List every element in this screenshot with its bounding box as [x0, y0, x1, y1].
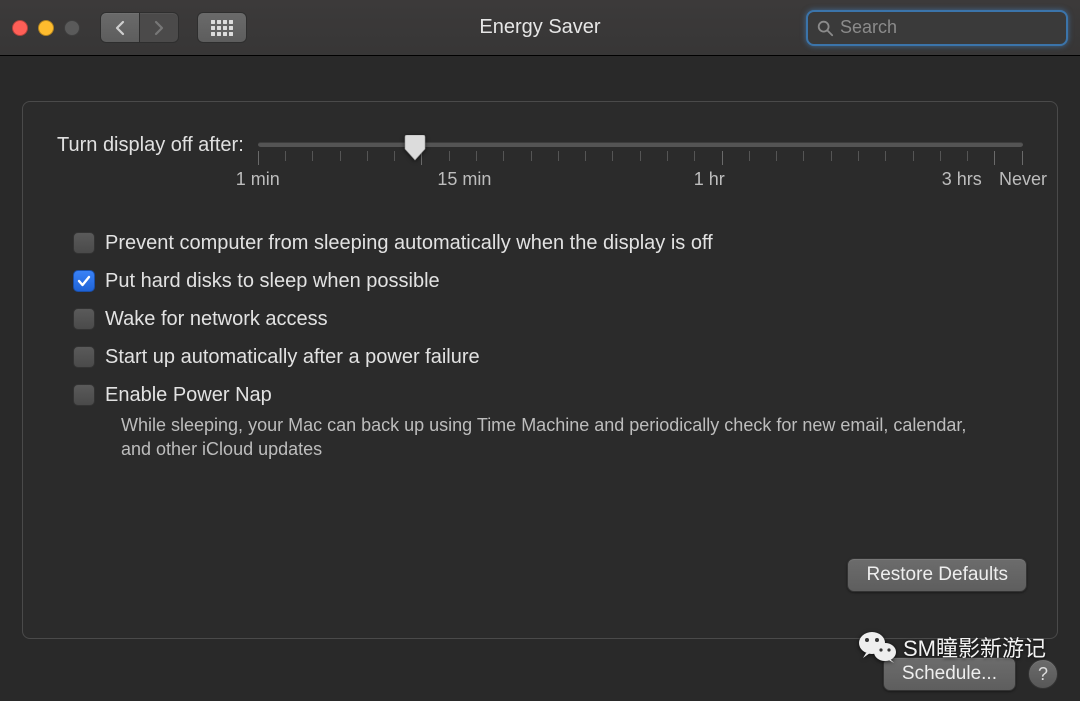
option-power-nap[interactable]: Enable Power Nap	[73, 383, 1023, 407]
tick-label-15min: 15 min	[437, 169, 491, 190]
energy-saver-panel: Turn display off after:	[22, 101, 1058, 639]
search-field[interactable]	[806, 10, 1068, 46]
footer-buttons: Schedule... ?	[22, 657, 1058, 691]
checkbox-hard-disks-sleep[interactable]	[73, 270, 95, 292]
close-window-button[interactable]	[12, 20, 28, 36]
power-nap-description: While sleeping, your Mac can back up usi…	[121, 413, 1001, 461]
slider-tick-labels: 1 min 15 min 1 hr 3 hrs Never	[258, 169, 1023, 191]
minimize-window-button[interactable]	[38, 20, 54, 36]
chevron-right-icon	[153, 20, 165, 36]
options-list: Prevent computer from sleeping automatic…	[73, 231, 1023, 461]
grid-icon	[211, 20, 233, 36]
tick-label-never: Never	[999, 169, 1047, 190]
display-off-slider[interactable]: 1 min 15 min 1 hr 3 hrs Never	[258, 138, 1023, 191]
option-label: Put hard disks to sleep when possible	[105, 269, 440, 293]
slider-track	[258, 142, 1023, 147]
checkbox-startup-power-failure[interactable]	[73, 346, 95, 368]
search-icon	[816, 19, 834, 37]
checkbox-power-nap[interactable]	[73, 384, 95, 406]
tick-label-1min: 1 min	[236, 169, 280, 190]
tick-label-1hr: 1 hr	[694, 169, 725, 190]
help-button[interactable]: ?	[1028, 659, 1058, 689]
checkbox-wake-network[interactable]	[73, 308, 95, 330]
window-title: Energy Saver	[479, 16, 600, 39]
show-all-button[interactable]	[197, 12, 247, 43]
nav-buttons	[100, 12, 179, 43]
tick-label-3hr: 3 hrs	[942, 169, 982, 190]
option-startup-power-failure[interactable]: Start up automatically after a power fai…	[73, 345, 1023, 369]
checkmark-icon	[77, 274, 91, 288]
window-titlebar: Energy Saver	[0, 0, 1080, 56]
restore-defaults-button[interactable]: Restore Defaults	[847, 558, 1027, 592]
checkbox-prevent-sleep[interactable]	[73, 232, 95, 254]
option-wake-network[interactable]: Wake for network access	[73, 307, 1023, 331]
option-label: Prevent computer from sleeping automatic…	[105, 231, 713, 255]
display-off-label: Turn display off after:	[57, 134, 244, 157]
window-controls	[12, 20, 80, 36]
option-label: Wake for network access	[105, 307, 328, 331]
slider-thumb[interactable]	[404, 135, 426, 161]
back-button[interactable]	[100, 12, 140, 43]
option-label: Start up automatically after a power fai…	[105, 345, 480, 369]
search-input[interactable]	[840, 17, 1072, 38]
option-prevent-sleep[interactable]: Prevent computer from sleeping automatic…	[73, 231, 1023, 255]
chevron-left-icon	[114, 20, 126, 36]
option-hard-disks-sleep[interactable]: Put hard disks to sleep when possible	[73, 269, 1023, 293]
forward-button	[139, 12, 179, 43]
schedule-button[interactable]: Schedule...	[883, 657, 1016, 691]
display-off-slider-row: Turn display off after:	[57, 138, 1023, 191]
option-label: Enable Power Nap	[105, 383, 272, 407]
slider-ticks	[258, 151, 1023, 165]
zoom-window-button[interactable]	[64, 20, 80, 36]
